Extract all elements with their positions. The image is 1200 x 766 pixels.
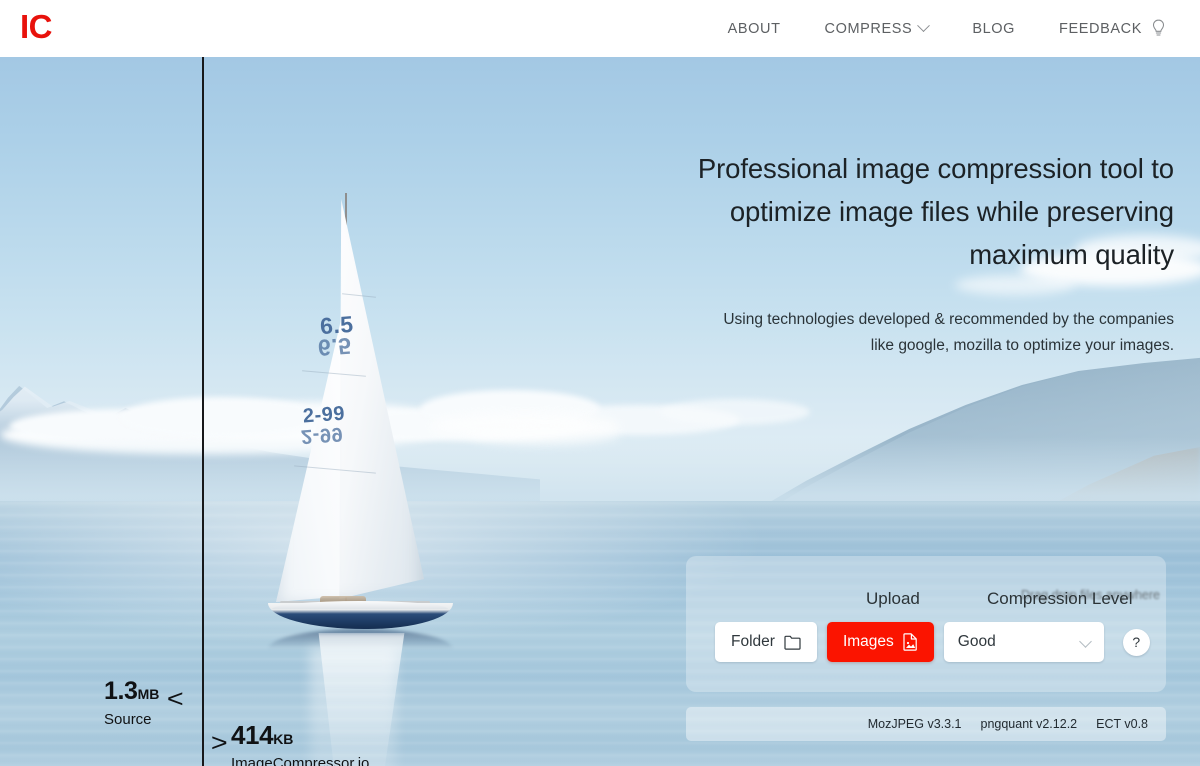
output-size-line: 414KB <box>231 720 369 751</box>
folder-button-label: Folder <box>731 633 775 650</box>
upload-images-button[interactable]: Images <box>826 622 934 662</box>
page-subcopy: Using technologies developed & recommend… <box>723 311 1174 354</box>
compression-level-label: Compression Level <box>987 589 1133 608</box>
main-navigation: ABOUT COMPRESS BLOG FEEDBACK <box>706 0 1188 57</box>
nav-item-compress[interactable]: COMPRESS <box>803 0 951 57</box>
nav-label-blog: BLOG <box>972 20 1016 37</box>
source-size-label: 1.3MB Source <box>104 677 159 728</box>
nav-label-about: ABOUT <box>727 20 781 37</box>
source-size-value: 1.3 <box>104 677 138 705</box>
output-size-value: 414 <box>231 720 274 750</box>
sail-number-primary-mirror: 6.5 <box>317 332 353 362</box>
page-headline: Professional image compression tool to o… <box>697 153 1174 270</box>
source-arrow-icon: < <box>166 685 184 713</box>
source-caption: Source <box>104 711 152 728</box>
upload-controls: Folder Images Good ? <box>715 622 1150 662</box>
image-file-icon <box>903 633 917 651</box>
output-size-unit: KB <box>273 731 294 747</box>
version-mozjpeg: MozJPEG v3.3.1 <box>867 717 962 731</box>
folder-icon <box>784 635 801 650</box>
chevron-down-icon <box>917 19 931 33</box>
help-button[interactable]: ? <box>1122 628 1150 656</box>
cloud-puff-6 <box>660 399 810 425</box>
output-size-label: 414KB ImageCompressor.io <box>231 720 369 766</box>
nav-label-compress: COMPRESS <box>824 20 913 37</box>
engine-versions-bar: MozJPEG v3.3.1 pngquant v2.12.2 ECT v0.8 <box>686 707 1166 741</box>
cloud-center-2 <box>470 425 620 445</box>
nav-label-feedback: FEEDBACK <box>1059 20 1142 37</box>
chevron-down-icon <box>1078 635 1092 648</box>
lightbulb-icon <box>1152 19 1165 36</box>
sailboat: 6.5 6.5 2-99 2-99 <box>250 177 480 766</box>
nav-item-about[interactable]: ABOUT <box>706 0 803 57</box>
output-caption: ImageCompressor.io <box>231 755 370 766</box>
page-root: IC ABOUT COMPRESS BLOG FEEDBACK 6.5 6.5 … <box>0 0 1200 766</box>
compression-level-select[interactable]: Good <box>943 622 1104 662</box>
sail-number-secondary-mirror: 2-99 <box>300 422 344 448</box>
version-pngquant: pngquant v2.12.2 <box>980 717 1078 731</box>
output-arrow-icon: > <box>210 729 228 757</box>
boat-mainsail-shading <box>339 199 424 599</box>
compression-level-value: Good <box>957 633 996 650</box>
upload-section-label: Upload <box>866 589 920 608</box>
source-size-line: 1.3MB <box>104 677 159 706</box>
nav-item-feedback[interactable]: FEEDBACK <box>1037 0 1188 57</box>
cloud-right-3 <box>955 275 1075 295</box>
upload-folder-button[interactable]: Folder <box>715 622 817 662</box>
images-button-label: Images <box>842 633 894 650</box>
source-size-unit: MB <box>137 686 160 702</box>
before-after-divider[interactable] <box>202 57 204 766</box>
nav-item-blog[interactable]: BLOG <box>950 0 1037 57</box>
version-ect: ECT v0.8 <box>1096 717 1148 731</box>
upload-panel: Upload Compression Level Folder Images G… <box>686 556 1166 692</box>
site-header: IC ABOUT COMPRESS BLOG FEEDBACK <box>0 0 1200 57</box>
site-logo[interactable]: IC <box>20 8 53 46</box>
